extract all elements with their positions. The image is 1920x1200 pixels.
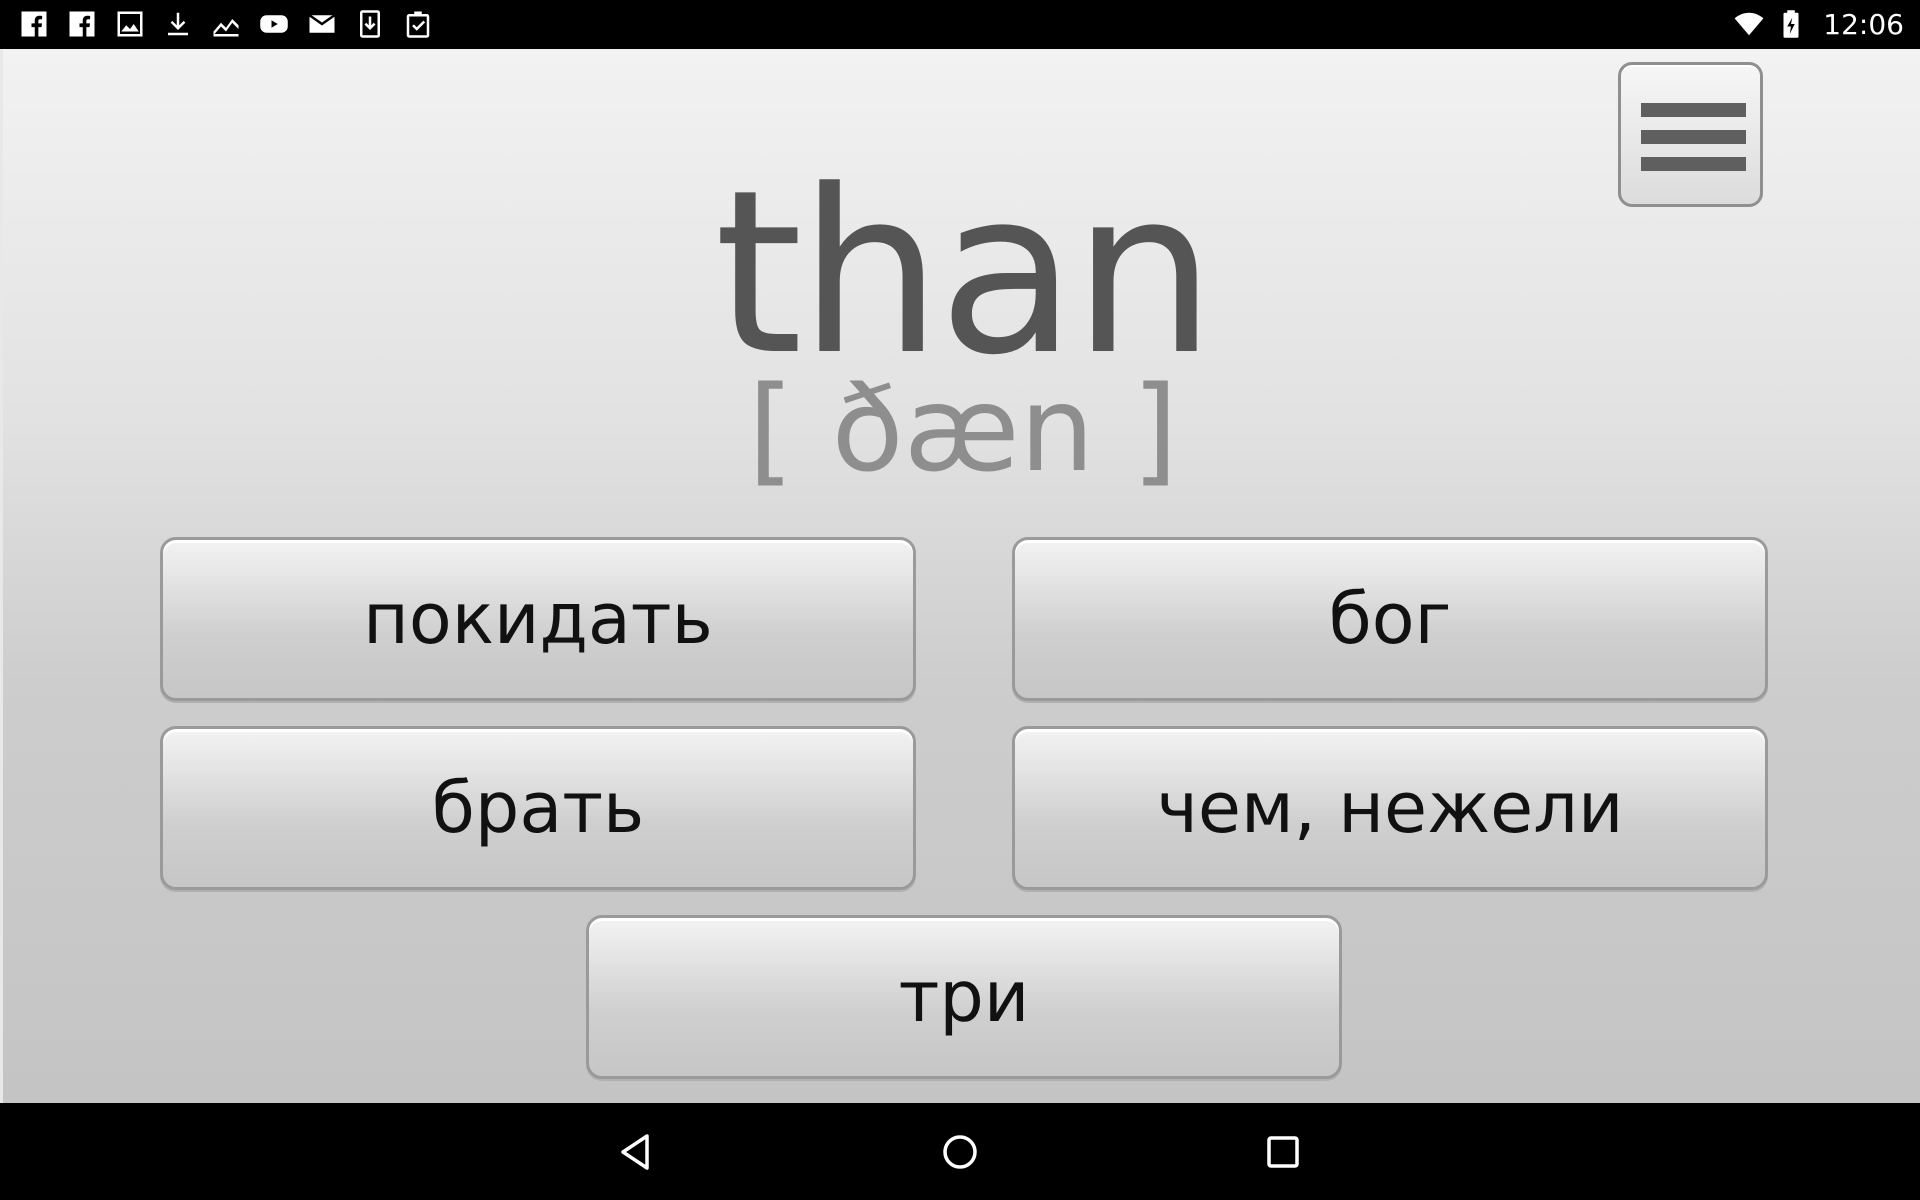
youtube-icon — [258, 8, 290, 40]
download-file-icon — [354, 8, 386, 40]
quiz-word: than — [714, 142, 1216, 405]
answer-button[interactable]: брать — [160, 726, 916, 890]
answer-button[interactable]: бог — [1012, 537, 1768, 701]
wifi-icon — [1733, 8, 1765, 40]
mail-icon — [306, 8, 338, 40]
clipboard-check-icon — [402, 8, 434, 40]
recents-button[interactable] — [1256, 1125, 1310, 1179]
battery-icon — [1775, 8, 1807, 40]
notification-icons — [18, 8, 434, 40]
back-button[interactable] — [608, 1125, 662, 1179]
answer-button[interactable]: покидать — [160, 537, 916, 701]
stock-chart-icon — [210, 8, 242, 40]
recents-icon — [1267, 1136, 1299, 1168]
facebook-icon — [18, 8, 50, 40]
download-icon — [162, 8, 194, 40]
answer-button[interactable]: чем, нежели — [1012, 726, 1768, 890]
home-button[interactable] — [933, 1125, 987, 1179]
clock: 12:06 — [1823, 7, 1904, 41]
quiz-screen: than [ ðæn ] покидать бог брать чем, неж… — [0, 49, 1920, 1103]
home-icon — [943, 1135, 977, 1169]
back-icon — [621, 1134, 649, 1170]
navigation-bar — [0, 1103, 1920, 1200]
facebook-icon — [66, 8, 98, 40]
system-status: 12:06 — [1733, 6, 1904, 42]
image-icon — [114, 8, 146, 40]
quiz-transcription: [ ðæn ] — [748, 360, 1178, 498]
answer-button[interactable]: три — [586, 915, 1342, 1079]
status-bar: 12:06 — [0, 0, 1920, 49]
